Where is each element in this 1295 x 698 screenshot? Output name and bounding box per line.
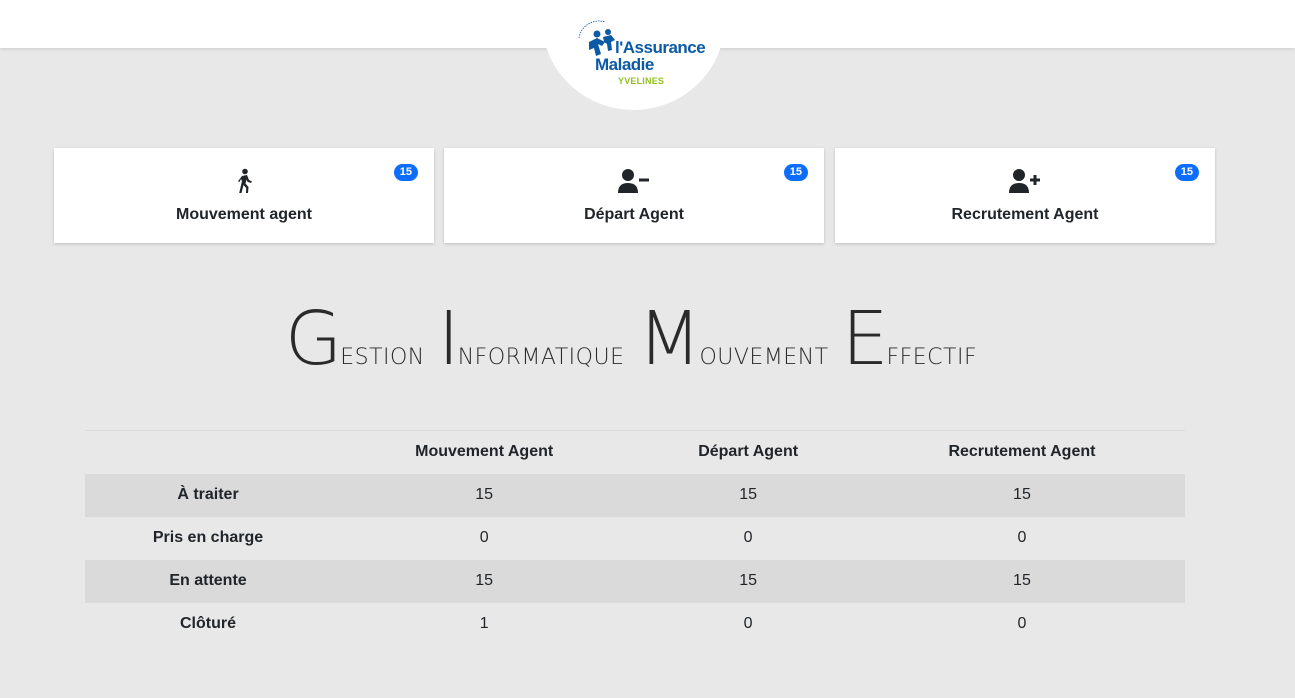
cell-value: 0 [1017,615,1027,632]
cell-value: 1 [479,615,489,632]
table-row: Clôturé 1 0 0 [85,603,1185,646]
row-label: À traiter [177,486,239,503]
card-label: Mouvement agent [175,206,312,223]
cell-value: 0 [1017,529,1027,546]
card-label: Recrutement Agent [951,206,1099,223]
header-empty [85,431,331,474]
count-badge: 15 [783,164,808,181]
title-word-mouvement: MOUVEMENT [637,296,829,382]
card-depart-agent[interactable]: Départ Agent 15 [444,148,824,243]
cell-value: 15 [475,486,494,503]
logo-region: YVELINES [618,76,665,86]
count-badge: 15 [1174,164,1199,181]
header-recrutement-agent: Recrutement Agent [948,443,1096,461]
header-depart-agent: Départ Agent [698,443,799,461]
count-badge: 15 [393,164,418,181]
card-label: Départ Agent [584,206,684,223]
table-row: À traiter 15 15 15 [85,473,1185,517]
assurance-maladie-logo[interactable]: l'Assurance Maladie YVELINES [575,20,706,90]
cell-value: 15 [1013,572,1031,589]
status-table: Mouvement Agent Départ Agent Recrutement… [85,430,1185,646]
table-row: Pris en charge 0 0 0 [85,517,1185,560]
table-header-row: Mouvement Agent Départ Agent Recrutement… [85,430,1185,474]
table-row: En attente 15 15 15 [85,559,1185,603]
cell-value: 15 [475,572,494,589]
cell-value: 0 [743,529,753,546]
user-minus-icon [617,168,651,199]
logo-line-2: Maladie [595,55,654,74]
user-plus-icon [1008,168,1042,199]
cell-value: 15 [739,486,758,503]
row-label: En attente [169,572,247,589]
page-title: GESTION INFORMATIQUE MOUVEMENT EFFECTIF [0,296,1270,382]
row-label: Clôturé [180,615,236,632]
title-word-effectif: EFFECTIF [841,296,978,382]
card-mouvement-agent[interactable]: Mouvement agent 15 [54,148,434,243]
title-word-informatique: INFORMATIQUE [437,296,625,382]
row-label: Pris en charge [152,529,264,546]
title-word-gestion: GESTION [284,296,425,382]
walking-person-icon [233,168,255,199]
cell-value: 15 [1013,486,1031,503]
header-mouvement-agent: Mouvement Agent [415,443,554,461]
card-recrutement-agent[interactable]: Recrutement Agent 15 [835,148,1215,243]
cell-value: 0 [479,529,489,546]
cell-value: 0 [743,615,753,632]
cell-value: 15 [739,572,758,589]
